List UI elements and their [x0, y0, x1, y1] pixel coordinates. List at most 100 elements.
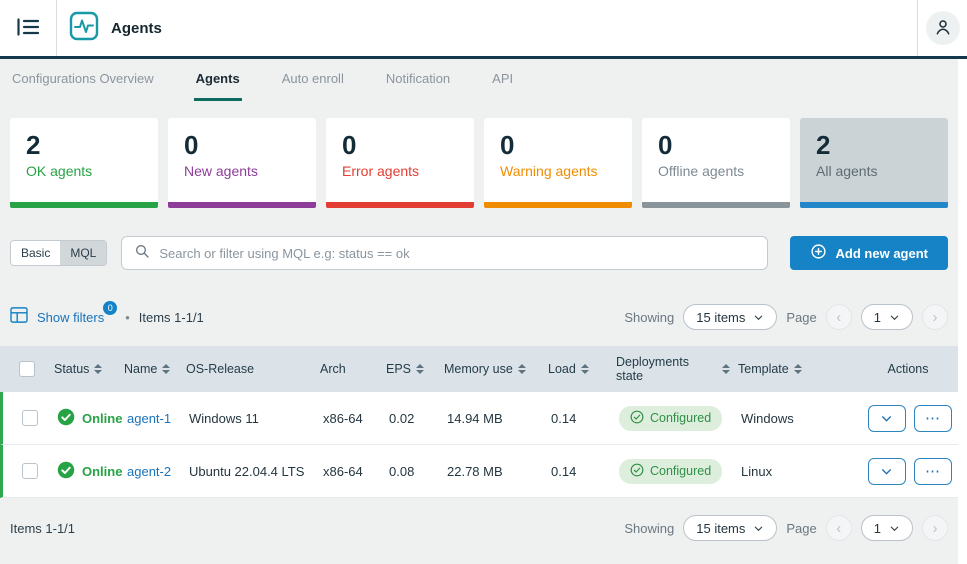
- configured-badge: Configured: [619, 406, 722, 431]
- error-agents-label: Error agents: [342, 163, 458, 179]
- user-menu-button[interactable]: [926, 11, 960, 45]
- card-offline-agents[interactable]: 0 Offline agents: [642, 118, 790, 208]
- status-text: Online: [82, 411, 122, 426]
- card-error-agents[interactable]: 0 Error agents: [326, 118, 474, 208]
- show-filters-label: Show filters: [37, 310, 104, 325]
- new-agents-label: New agents: [184, 163, 300, 179]
- status-online-icon: [57, 408, 75, 429]
- card-ok-agents[interactable]: 2 OK agents: [10, 118, 158, 208]
- ok-agents-count: 2: [26, 130, 142, 161]
- eps-cell: 0.02: [381, 411, 439, 426]
- column-header-name[interactable]: Name: [116, 362, 178, 376]
- row-checkbox[interactable]: [22, 463, 38, 479]
- prev-page-button[interactable]: ‹: [826, 304, 852, 330]
- check-circle-icon: [630, 463, 644, 480]
- next-page-button[interactable]: ›: [922, 304, 948, 330]
- next-page-button[interactable]: ›: [922, 515, 948, 541]
- status-cards: 2 OK agents 0 New agents 0 Error agents …: [0, 101, 958, 208]
- row-menu-button[interactable]: ⋯: [914, 405, 952, 432]
- error-agents-count: 0: [342, 130, 458, 161]
- items-per-page-select[interactable]: 15 items: [683, 304, 777, 330]
- table-row: Online agent-1 Windows 11 x86-64 0.02 14…: [0, 392, 958, 445]
- select-all-checkbox[interactable]: [19, 361, 35, 377]
- page-number-value: 1: [874, 521, 881, 536]
- prev-page-button[interactable]: ‹: [826, 515, 852, 541]
- memory-use-cell: 14.94 MB: [439, 411, 543, 426]
- chevron-down-icon: [880, 412, 893, 425]
- column-header-deployments-state[interactable]: Deployments state: [608, 355, 730, 383]
- offline-agents-count: 0: [658, 130, 774, 161]
- search-input[interactable]: [159, 246, 754, 261]
- page-label: Page: [786, 310, 816, 325]
- filters-count-badge: 0: [103, 301, 117, 315]
- tab-bar: Configurations Overview Agents Auto enro…: [0, 59, 958, 101]
- warning-agents-count: 0: [500, 130, 616, 161]
- column-header-eps[interactable]: EPS: [378, 362, 436, 376]
- os-release-cell: Windows 11: [181, 411, 315, 426]
- footer-pager: Showing 15 items Page ‹ 1 ›: [624, 515, 948, 541]
- agents-table: Status Name OS-Release Arch EPS Memory u…: [0, 346, 958, 498]
- agent-name-link[interactable]: agent-2: [127, 464, 171, 479]
- row-menu-button[interactable]: ⋯: [914, 458, 952, 485]
- add-new-agent-label: Add new agent: [836, 246, 928, 261]
- sort-icon: [581, 364, 589, 374]
- status-text: Online: [82, 464, 122, 479]
- chevron-down-icon: [753, 312, 764, 323]
- all-agents-count: 2: [816, 130, 932, 161]
- mode-basic-button[interactable]: Basic: [11, 241, 60, 265]
- main-content: Configurations Overview Agents Auto enro…: [0, 59, 958, 564]
- tab-api[interactable]: API: [490, 71, 515, 101]
- search-mode-toggle: Basic MQL: [10, 240, 107, 266]
- card-warning-agents[interactable]: 0 Warning agents: [484, 118, 632, 208]
- table-row: Online agent-2 Ubuntu 22.04.4 LTS x86-64…: [0, 445, 958, 498]
- chevron-down-icon: [880, 465, 893, 478]
- tab-agents[interactable]: Agents: [194, 71, 242, 101]
- page-number-select[interactable]: 1: [861, 515, 913, 541]
- page-number-select[interactable]: 1: [861, 304, 913, 330]
- tab-notification[interactable]: Notification: [384, 71, 452, 101]
- arch-cell: x86-64: [315, 411, 381, 426]
- all-agents-label: All agents: [816, 163, 932, 179]
- tab-configurations-overview[interactable]: Configurations Overview: [10, 71, 156, 101]
- eps-cell: 0.08: [381, 464, 439, 479]
- agents-app-icon: [69, 11, 99, 46]
- row-checkbox[interactable]: [22, 410, 38, 426]
- expand-row-button[interactable]: [868, 458, 906, 485]
- card-new-agents[interactable]: 0 New agents: [168, 118, 316, 208]
- memory-use-cell: 22.78 MB: [439, 464, 543, 479]
- show-filters-link[interactable]: Show filters 0: [37, 310, 104, 325]
- column-header-template[interactable]: Template: [730, 362, 858, 376]
- column-header-load[interactable]: Load: [540, 362, 608, 376]
- sort-icon: [794, 364, 802, 374]
- template-cell: Linux: [733, 464, 861, 479]
- page-title: Agents: [111, 20, 162, 37]
- row-actions: ⋯: [868, 458, 952, 485]
- column-header-arch: Arch: [312, 362, 378, 376]
- os-release-cell: Ubuntu 22.04.4 LTS: [181, 464, 315, 479]
- title-area: Agents: [57, 0, 917, 56]
- sidebar-toggle-icon: [17, 18, 39, 39]
- deployments-state-cell: Configured: [611, 406, 733, 431]
- tab-auto-enroll[interactable]: Auto enroll: [280, 71, 346, 101]
- expand-row-button[interactable]: [868, 405, 906, 432]
- mode-mql-button[interactable]: MQL: [60, 241, 106, 265]
- card-all-agents[interactable]: 2 All agents: [800, 118, 948, 208]
- new-agents-count: 0: [184, 130, 300, 161]
- showing-label: Showing: [624, 310, 674, 325]
- page-label: Page: [786, 521, 816, 536]
- chevron-down-icon: [753, 523, 764, 534]
- search-box: [121, 236, 767, 270]
- row-actions: ⋯: [868, 405, 952, 432]
- add-new-agent-button[interactable]: Add new agent: [790, 236, 948, 270]
- items-per-page-select[interactable]: 15 items: [683, 515, 777, 541]
- items-per-page-value: 15 items: [696, 521, 745, 536]
- sidebar-toggle-button[interactable]: [0, 0, 57, 56]
- check-circle-icon: [630, 410, 644, 427]
- deployments-state-cell: Configured: [611, 459, 733, 484]
- agent-name-link[interactable]: agent-1: [127, 411, 171, 426]
- search-row: Basic MQL Add new agent: [0, 208, 958, 270]
- search-icon: [134, 243, 150, 264]
- column-header-memory-use[interactable]: Memory use: [436, 362, 540, 376]
- column-header-status[interactable]: Status: [46, 362, 116, 376]
- sort-icon: [518, 364, 526, 374]
